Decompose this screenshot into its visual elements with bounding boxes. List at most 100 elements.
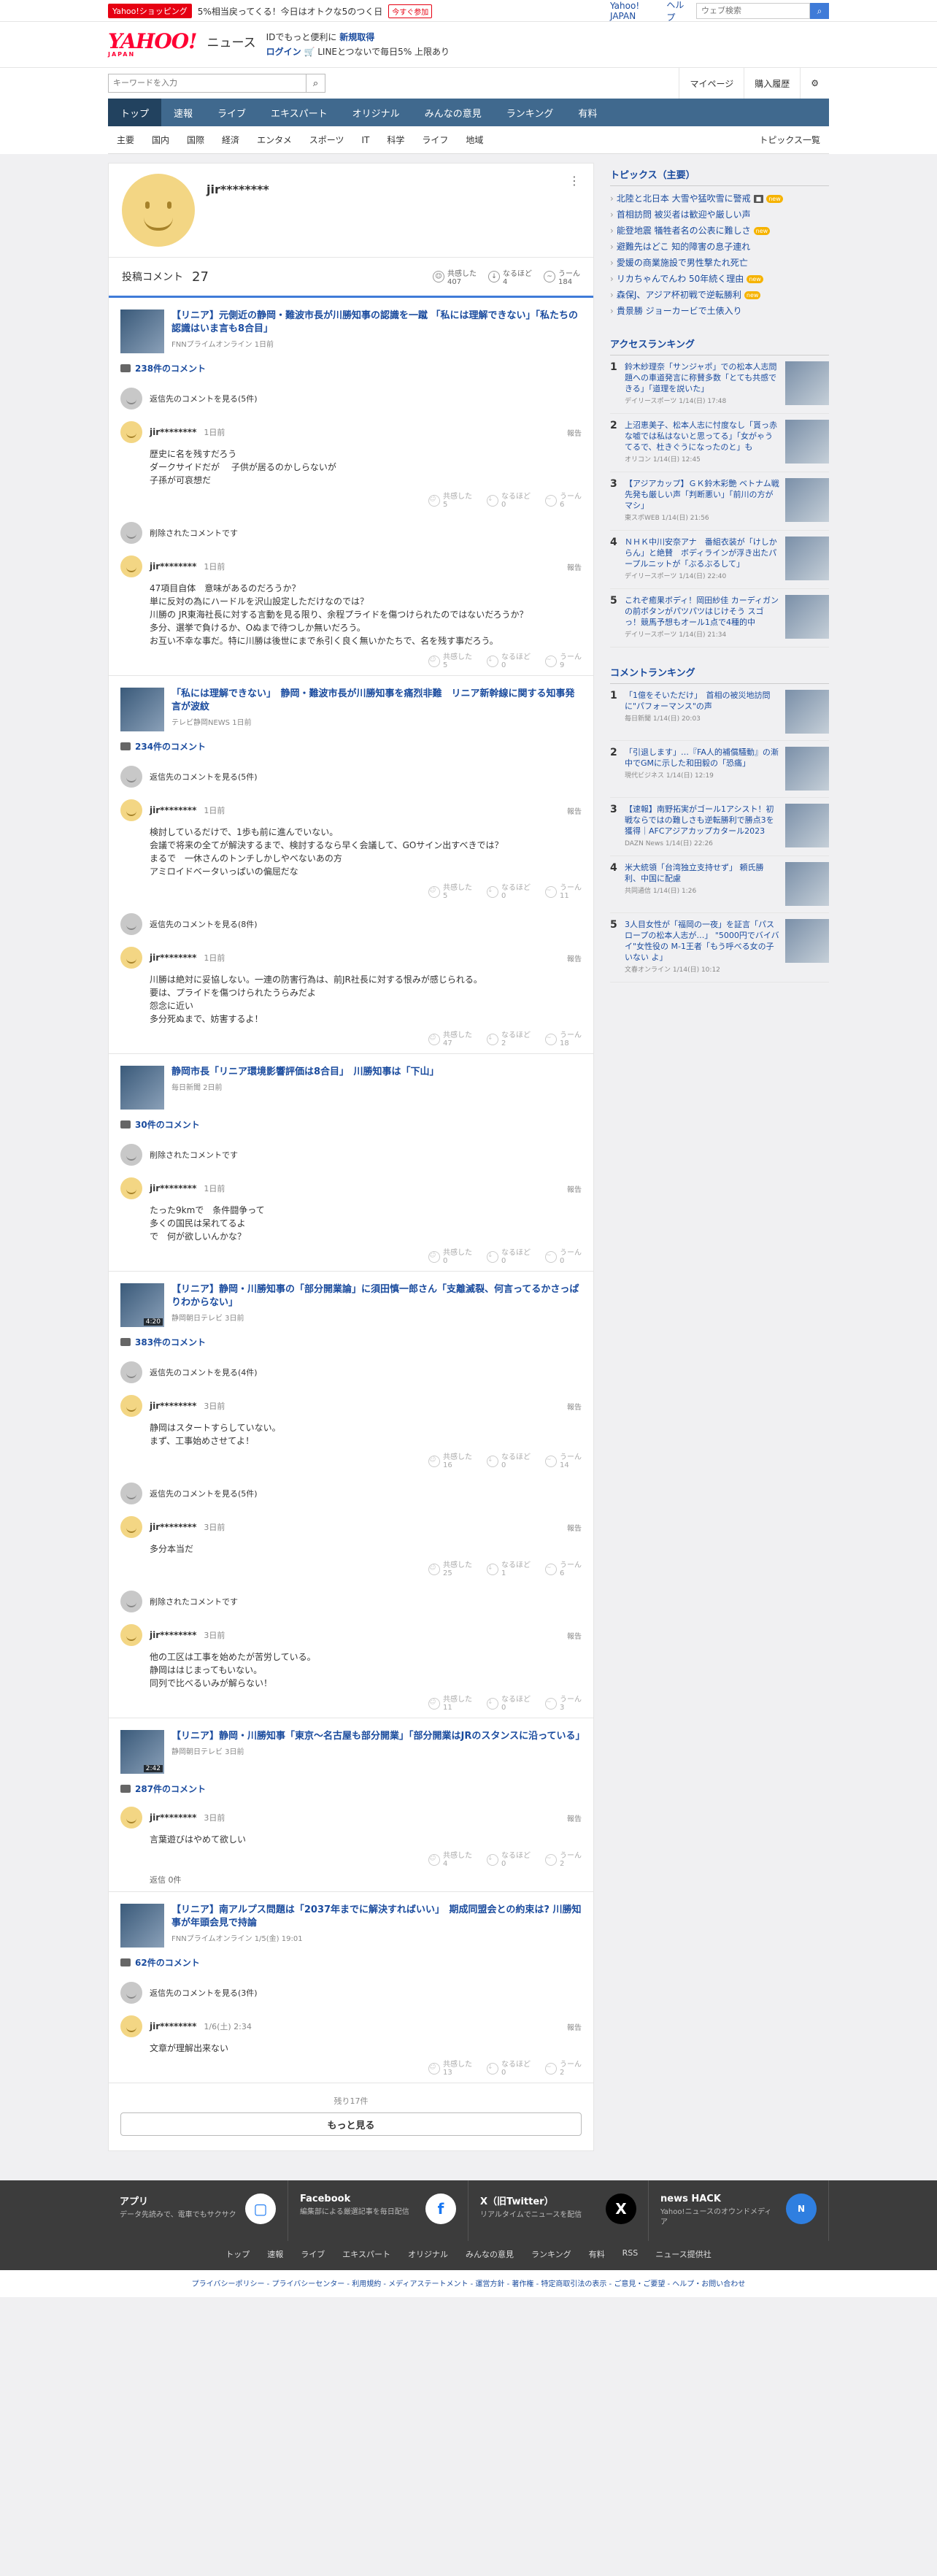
reaction-button-1[interactable]: ↓ なるほど 0 [487, 2061, 531, 2077]
comment-user[interactable]: jir******** [150, 953, 196, 963]
rank-title[interactable]: 3人目女性が「福岡の一夜」を証言「パスロープの松本人志が…」 "5000円でバイ… [625, 919, 779, 963]
article-thumbnail[interactable]: 4:20 [120, 1283, 164, 1327]
reaction-button-2[interactable]: ~ うーん 2 [545, 2061, 582, 2077]
footer-link[interactable]: 速報 [267, 2248, 283, 2260]
article-header[interactable]: 静岡市長「リニア環境影響評価は8合目」 川勝知事は「下山」 毎日新聞 2日前 [120, 1066, 582, 1110]
reaction-button-1[interactable]: ↓ なるほど 0 [487, 493, 531, 509]
rank-title[interactable]: 【アジアカップ】ＧＫ鈴木彩艶 ベトナム戦先発も厳しい声「判断悪い」「前川の方がマ… [625, 478, 779, 511]
footer-link[interactable]: ライブ [301, 2248, 325, 2260]
article-header[interactable]: 2:42 【リニア】静岡・川勝知事「東京～名古屋も部分開業」「部分開業はJRのスタ… [120, 1730, 585, 1774]
reaction-button-2[interactable]: ~ うーん 0 [545, 1249, 582, 1265]
topic-text[interactable]: 森保J、アジア杯初戦で逆転勝利 [617, 287, 741, 303]
collapsed-comment[interactable]: 削除されたコメントです [120, 1144, 582, 1166]
comment-count-link[interactable]: 383件のコメント [120, 1336, 582, 1348]
subnav-8[interactable]: ライフ [413, 134, 457, 146]
article-thumbnail[interactable] [120, 1904, 164, 1948]
article-thumbnail[interactable] [120, 1066, 164, 1110]
subnav-5[interactable]: スポーツ [301, 134, 353, 146]
comment-user[interactable]: jir******** [150, 1630, 196, 1640]
collapsed-comment[interactable]: 返信先のコメントを見る(3件) [120, 1982, 582, 2004]
reaction-button-1[interactable]: ↓ なるほど 0 [487, 653, 531, 669]
collapsed-comment[interactable]: 削除されたコメントです [120, 1591, 582, 1612]
footer-link[interactable]: トップ [225, 2248, 250, 2260]
article-thumbnail[interactable] [120, 309, 164, 353]
ranking-item[interactable]: 2 「引退します」…『FA人的補償騒動』の漸中でGMに示した和田毅の「恐痛」 現代ビ… [610, 741, 829, 798]
article-title[interactable]: 「私には理解できない」 静岡・難波市長が川勝知事を痛烈非難 リニア新幹線に関する… [171, 688, 582, 714]
ranking-item[interactable]: 4 ＮＨＫ中川安奈アナ 番組衣装が「けしからん」と絶賛 ボディラインが浮き出たパー… [610, 531, 829, 589]
reaction-button-2[interactable]: ~ うーん 2 [545, 1852, 582, 1868]
rank-content[interactable]: 鈴木紗理奈「サンジャポ」での松本人志問題への車道発言に称賛多数「とても共感できる… [625, 361, 779, 407]
topic-item[interactable]: 愛媛の商業施設で男性撃たれ死亡 [610, 255, 829, 271]
reaction-button-0[interactable]: ☺ 共感した 4 [428, 1852, 472, 1868]
reaction-button-1[interactable]: ↓ なるほど 2 [487, 1031, 531, 1047]
rank-thumbnail[interactable] [785, 361, 829, 405]
rank-content[interactable]: 「1億をそいただけ」 首相の被災地訪問に"パフォーマンス"の声 毎日新聞 1/14… [625, 690, 779, 734]
report-link[interactable]: 報告 [567, 561, 582, 572]
reaction-button-0[interactable]: ☺ 共感した 25 [428, 1561, 472, 1577]
report-link[interactable]: 報告 [567, 1401, 582, 1412]
report-link[interactable]: 報告 [567, 1183, 582, 1194]
reply-link[interactable]: 返信 0件 [150, 1874, 582, 1885]
footer-app-2[interactable]: X（旧Twitter） リアルタイムでニュースを配信 X [469, 2180, 649, 2241]
reaction-button-0[interactable]: ☺ 共感した 13 [428, 2061, 472, 2077]
ranking-item[interactable]: 5 3人目女性が「福岡の一夜」を証言「パスロープの松本人志が…」 "5000円でバ… [610, 913, 829, 983]
topic-item[interactable]: 北陸と北日本 大雪や猛吹雪に警戒■new [610, 191, 829, 207]
web-search-button[interactable]: ⌕ [810, 3, 829, 19]
reaction-button-0[interactable]: ☺ 共感した 16 [428, 1453, 472, 1469]
footer-link[interactable]: ニュース提供社 [655, 2248, 711, 2260]
reaction-button-0[interactable]: ☺ 共感した 11 [428, 1696, 472, 1712]
tab-4[interactable]: オリジナル [340, 99, 412, 126]
rank-content[interactable]: 【アジアカップ】ＧＫ鈴木彩艶 ベトナム戦先発も厳しい声「判断悪い」「前川の方がマ… [625, 478, 779, 524]
comment-user[interactable]: jir******** [150, 427, 196, 437]
reaction-button-1[interactable]: ↓ なるほど 0 [487, 1249, 531, 1265]
article-title[interactable]: 【リニア】静岡・川勝知事「東京～名古屋も部分開業」「部分開業はJRのスタンスに沿… [171, 1730, 585, 1743]
rank-thumbnail[interactable] [785, 478, 829, 522]
tab-1[interactable]: 速報 [161, 99, 205, 126]
ranking-item[interactable]: 1 「1億をそいただけ」 首相の被災地訪問に"パフォーマンス"の声 毎日新聞 1/1… [610, 684, 829, 741]
collapsed-comment[interactable]: 返信先のコメントを見る(4件) [120, 1361, 582, 1383]
reaction-button-1[interactable]: ↓ なるほど 0 [487, 884, 531, 900]
topic-item[interactable]: 森保J、アジア杯初戦で逆転勝利new [610, 287, 829, 303]
article-header[interactable]: 4:20 【リニア】静岡・川勝知事の「部分開業論」に須田慎一郎さん「支離滅裂、何言… [120, 1283, 582, 1327]
subnav-3[interactable]: 経済 [213, 134, 248, 146]
topics-heading[interactable]: トピックス（主要） [610, 163, 829, 186]
web-search-input[interactable] [696, 3, 810, 19]
rank-thumbnail[interactable] [785, 747, 829, 791]
login-link[interactable]: ログイン [266, 47, 301, 57]
subnav-7[interactable]: 科学 [378, 134, 413, 146]
reaction-button-2[interactable]: ~ うーん 6 [545, 1561, 582, 1577]
rank-content[interactable]: 3人目女性が「福岡の一夜」を証言「パスロープの松本人志が…」 "5000円でバイ… [625, 919, 779, 976]
reaction-button-0[interactable]: ☺ 共感した 47 [428, 1031, 472, 1047]
topic-item[interactable]: 能登地震 犠牲者名の公表に難しさnew [610, 223, 829, 239]
collapsed-comment[interactable]: 返信先のコメントを見る(5件) [120, 1483, 582, 1504]
rank-title[interactable]: これぞ癒果ボディ！岡田紗佳 カーディガンの前ボタンがパツパツはじけそう スゴっ！… [625, 595, 779, 628]
mypage-link[interactable]: マイページ [679, 68, 744, 99]
rank-thumbnail[interactable] [785, 862, 829, 906]
reaction-button-0[interactable]: ☺ 共感した 5 [428, 653, 472, 669]
yahoo-logo[interactable]: YAHOO! JAPAN [108, 31, 197, 58]
rank-thumbnail[interactable] [785, 537, 829, 580]
tab-5[interactable]: みんなの意見 [412, 99, 494, 126]
news-service-name[interactable]: ニュース [207, 32, 255, 50]
legal-links[interactable]: プライバシーポリシー - プライバシーセンター - 利用規約 - メディアステー… [0, 2270, 937, 2297]
comment-ranking-heading[interactable]: コメントランキング [610, 661, 829, 684]
comment-count-link[interactable]: 30件のコメント [120, 1118, 582, 1131]
reaction-button-2[interactable]: ~ うーん 11 [545, 884, 582, 900]
comment-count-link[interactable]: 234件のコメント [120, 740, 582, 753]
report-link[interactable]: 報告 [567, 1812, 582, 1823]
comment-user[interactable]: jir******** [150, 1183, 196, 1193]
rank-content[interactable]: ＮＨＫ中川安奈アナ 番組衣装が「けしからん」と絶賛 ボディラインが浮き出たパープ… [625, 537, 779, 583]
reaction-button-2[interactable]: ~ うーん 3 [545, 1696, 582, 1712]
keyword-input[interactable] [108, 74, 306, 93]
article-header[interactable]: 【リニア】元側近の静岡・難波市長が川勝知事の認識を一蹴 「私には理解できない」「… [120, 309, 582, 353]
purchase-history-link[interactable]: 購入履歴 [744, 68, 800, 99]
rank-title[interactable]: 上沼恵美子、松本人志に忖度なし「貰っ赤な嘘では私はないと思ってる」「女がゃうてる… [625, 420, 779, 453]
reaction-button-1[interactable]: ↓ なるほど 0 [487, 1696, 531, 1712]
subnav-6[interactable]: IT [352, 135, 378, 145]
topic-text[interactable]: 愛媛の商業施設で男性撃たれ死亡 [617, 255, 748, 271]
article-title[interactable]: 【リニア】静岡・川勝知事の「部分開業論」に須田慎一郎さん「支離滅裂、何言ってるか… [171, 1283, 582, 1310]
tab-3[interactable]: エキスパート [258, 99, 340, 126]
tab-7[interactable]: 有料 [566, 99, 609, 126]
rank-thumbnail[interactable] [785, 595, 829, 639]
subnav-9[interactable]: 地域 [457, 134, 492, 146]
